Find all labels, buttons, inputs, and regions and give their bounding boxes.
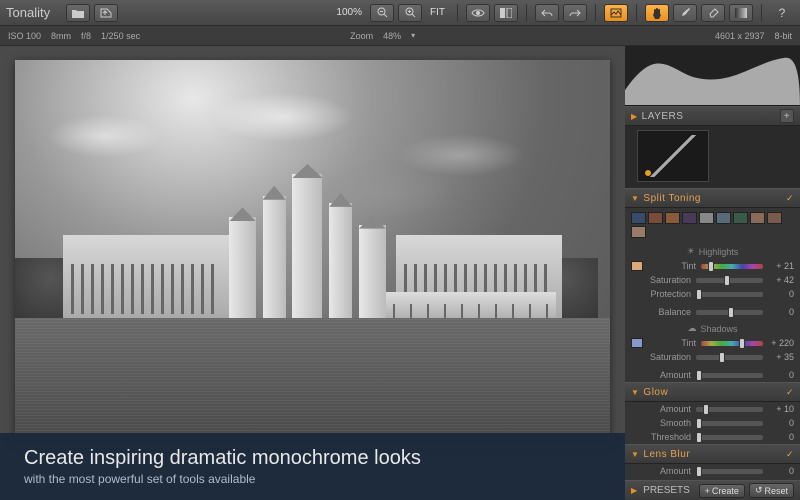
glow-header[interactable]: ▼ Glow ✓ (625, 382, 800, 402)
eraser-tool-button[interactable] (701, 4, 725, 22)
color-swatch[interactable] (767, 212, 782, 224)
app-title: Tonality (6, 5, 50, 20)
canvas-area[interactable] (0, 46, 625, 500)
glow-amount-slider[interactable] (696, 407, 763, 412)
color-swatch[interactable] (631, 226, 646, 238)
gradient-tool-button[interactable] (729, 4, 753, 22)
lb-amount-slider[interactable] (696, 469, 763, 474)
color-swatch[interactable] (648, 212, 663, 224)
redo-button[interactable] (563, 4, 587, 22)
undo-button[interactable] (535, 4, 559, 22)
balance-slider[interactable] (696, 310, 763, 315)
help-button[interactable]: ? (770, 4, 794, 22)
check-icon[interactable]: ✓ (786, 387, 794, 398)
compare-button[interactable] (494, 4, 518, 22)
bitdepth-readout: 8-bit (774, 31, 792, 41)
image-canvas[interactable] (15, 60, 610, 440)
glow-smooth-slider[interactable] (696, 421, 763, 426)
focal-readout: 8mm (51, 31, 71, 41)
promo-overlay: Create inspiring dramatic monochrome loo… (0, 433, 625, 500)
presets-bar: ▶ PRESETS +Create ↺Reset (625, 480, 800, 500)
hand-tool-button[interactable] (645, 4, 669, 22)
presets-label: PRESETS (643, 485, 690, 496)
histogram[interactable] (625, 46, 800, 106)
shutter-readout: 1/250 sec (101, 31, 140, 41)
check-icon[interactable]: ✓ (786, 449, 794, 460)
color-swatch[interactable] (665, 212, 680, 224)
color-swatch[interactable] (631, 212, 646, 224)
hl-sat-slider[interactable] (696, 278, 763, 283)
sh-amount-slider[interactable] (696, 373, 763, 378)
export-button[interactable] (94, 4, 118, 22)
color-swatch[interactable] (682, 212, 697, 224)
check-icon[interactable]: ✓ (786, 193, 794, 204)
sh-sat-slider[interactable] (696, 355, 763, 360)
sh-tint-slider[interactable] (701, 341, 763, 346)
glow-thresh-slider[interactable] (696, 435, 763, 440)
hl-tint-slider[interactable] (701, 264, 763, 269)
chevron-right-icon: ▶ (631, 486, 637, 495)
preview-eye-button[interactable] (466, 4, 490, 22)
dimensions-readout: 4601 x 2937 (715, 31, 765, 41)
info-bar: ISO 100 8mm f/8 1/250 sec Zoom 48%▾ 4601… (0, 26, 800, 46)
color-swatches (625, 208, 800, 242)
cloud-icon: ☁ (687, 323, 696, 334)
chevron-right-icon: ▶ (631, 112, 638, 121)
glow-label: Glow (643, 387, 668, 398)
zoom-in-button[interactable] (398, 4, 422, 22)
hl-prot-slider[interactable] (696, 292, 763, 297)
color-swatch[interactable] (733, 212, 748, 224)
highlights-section: ☀Highlights (625, 242, 800, 259)
zoom-value[interactable]: 48% (383, 31, 401, 41)
chevron-down-icon: ▼ (631, 388, 639, 397)
lens-blur-label: Lens Blur (643, 449, 690, 460)
color-swatch[interactable] (750, 212, 765, 224)
promo-subline: with the most powerful set of tools avai… (24, 472, 601, 486)
layers-panel-header[interactable]: ▶ LAYERS + (625, 106, 800, 126)
create-preset-button[interactable]: +Create (699, 484, 745, 498)
sun-icon: ☀ (687, 246, 695, 257)
promo-headline: Create inspiring dramatic monochrome loo… (24, 447, 601, 470)
side-panel: ▶ LAYERS + ▼ Split Toning ✓ ☀Highlights … (625, 46, 800, 500)
add-layer-button[interactable]: + (780, 109, 794, 123)
top-toolbar: Tonality 100% FIT ? (0, 0, 800, 26)
zoom-fit-label[interactable]: FIT (426, 7, 449, 18)
tone-curve[interactable] (625, 126, 800, 188)
color-swatch[interactable] (699, 212, 714, 224)
shadows-tint-swatch[interactable] (631, 338, 643, 348)
split-toning-header[interactable]: ▼ Split Toning ✓ (625, 188, 800, 208)
layers-label: LAYERS (642, 111, 684, 122)
aperture-readout: f/8 (81, 31, 91, 41)
zoom-label: Zoom (350, 31, 373, 41)
reset-preset-button[interactable]: ↺Reset (749, 483, 794, 498)
zoom-out-button[interactable] (370, 4, 394, 22)
zoom-100-label[interactable]: 100% (332, 7, 366, 18)
iso-readout: ISO 100 (8, 31, 41, 41)
navigator-button[interactable] (604, 4, 628, 22)
brush-tool-button[interactable] (673, 4, 697, 22)
color-swatch[interactable] (716, 212, 731, 224)
highlights-tint-swatch[interactable] (631, 261, 643, 271)
chevron-down-icon: ▼ (631, 450, 639, 459)
split-toning-label: Split Toning (643, 193, 701, 204)
shadows-section: ☁Shadows (625, 319, 800, 336)
lens-blur-header[interactable]: ▼ Lens Blur ✓ (625, 444, 800, 464)
open-file-button[interactable] (66, 4, 90, 22)
chevron-down-icon: ▼ (631, 194, 639, 203)
